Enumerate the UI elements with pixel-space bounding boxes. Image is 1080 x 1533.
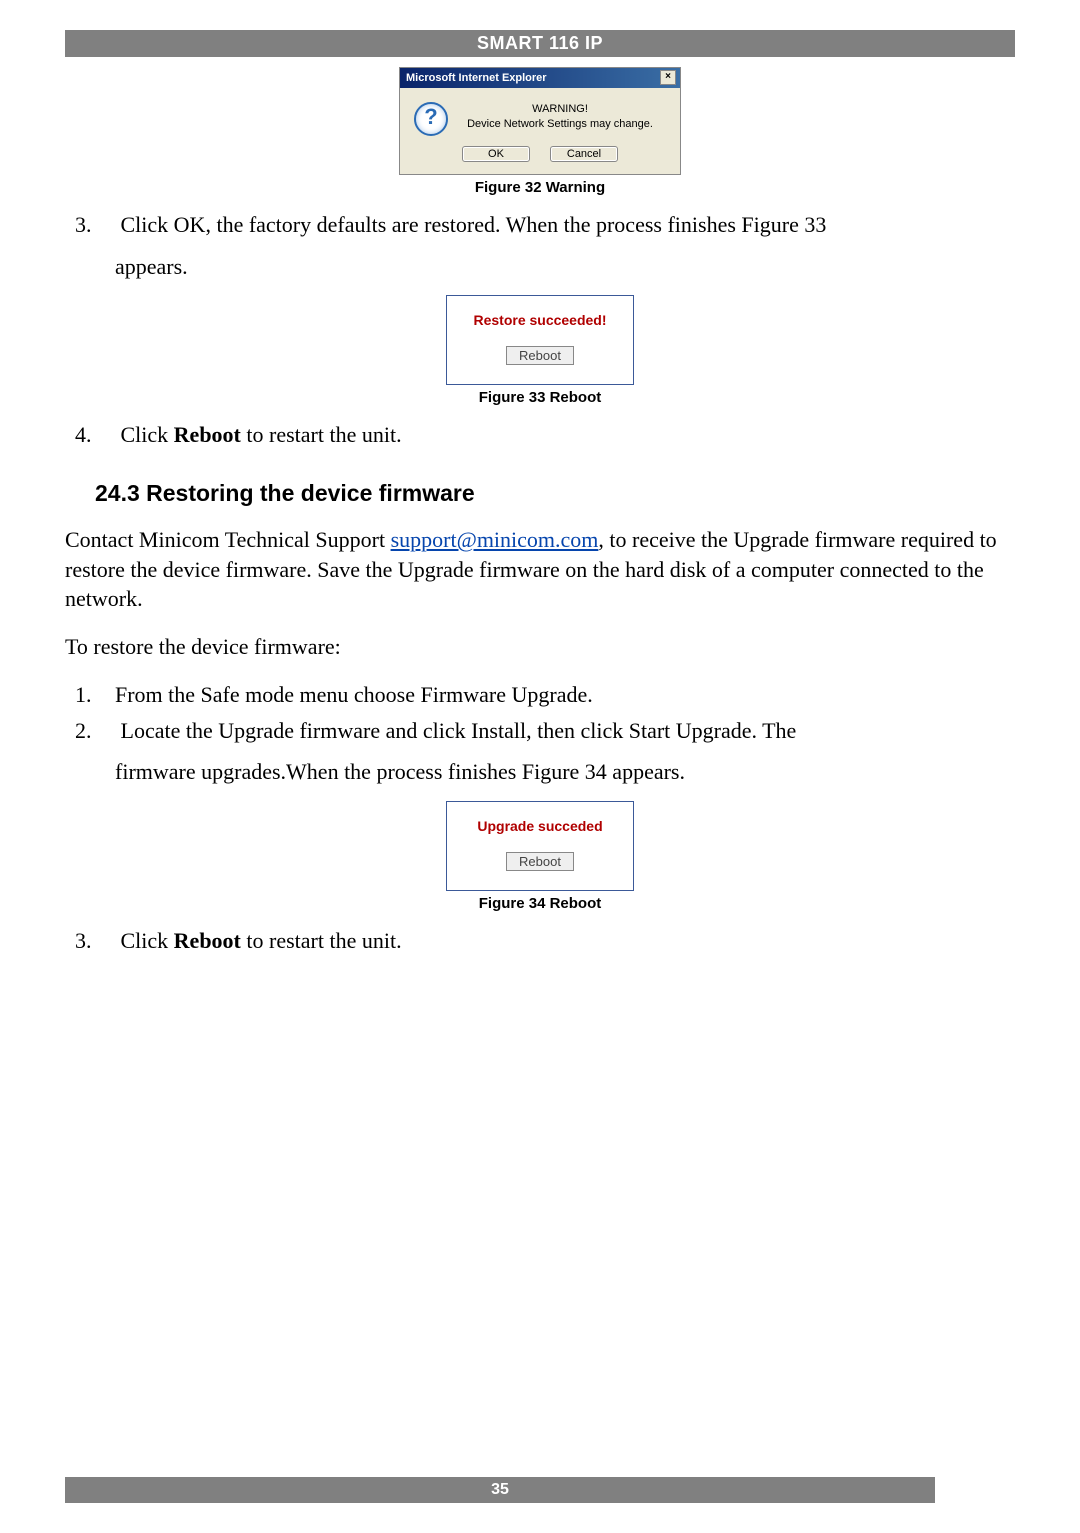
list-item: Click Reboot to restart the unit. xyxy=(65,926,1015,956)
restore-dialog: Restore succeeded! Reboot xyxy=(446,295,634,385)
list-item: Click Reboot to restart the unit. xyxy=(65,420,1015,450)
step3-continue: appears. xyxy=(65,252,1015,282)
dialog-message: WARNING! Device Network Settings may cha… xyxy=(460,102,660,136)
step4-prefix: Click xyxy=(121,422,174,447)
upgrade-message: Upgrade succeded xyxy=(455,818,625,834)
paragraph-intro: To restore the device firmware: xyxy=(65,632,1015,662)
paragraph-contact: Contact Minicom Technical Support suppor… xyxy=(65,525,1015,614)
warning-line-2: Device Network Settings may change. xyxy=(467,118,653,130)
warning-line-1: WARNING! xyxy=(532,103,588,115)
step4-bold: Reboot xyxy=(174,422,241,447)
step-b2-line1: Locate the Upgrade firmware and click In… xyxy=(121,718,797,743)
restore-message: Restore succeeded! xyxy=(455,312,625,328)
list-item: From the Safe mode menu choose Firmware … xyxy=(65,680,1015,710)
step3-bold: OK xyxy=(174,212,206,237)
dialog-titlebar: Microsoft Internet Explorer × xyxy=(400,68,680,88)
upgrade-dialog: Upgrade succeded Reboot xyxy=(446,801,634,891)
figure-34-caption: Figure 34 Reboot xyxy=(65,895,1015,912)
step3-prefix: Click xyxy=(121,212,174,237)
page-header: SMART 116 IP xyxy=(65,30,1015,57)
figure-32-caption: Figure 32 Warning xyxy=(65,179,1015,196)
reboot-button[interactable]: Reboot xyxy=(506,852,574,871)
reboot-button[interactable]: Reboot xyxy=(506,346,574,365)
stepb3-rest: to restart the unit. xyxy=(241,928,402,953)
stepb3-prefix: Click xyxy=(121,928,174,953)
question-icon: ? xyxy=(414,102,448,136)
list-item: Locate the Upgrade firmware and click In… xyxy=(65,716,1015,746)
step4-rest: to restart the unit. xyxy=(241,422,402,447)
list-item: Click OK, the factory defaults are resto… xyxy=(65,210,1015,240)
para1-part1: Contact Minicom Technical Support xyxy=(65,527,391,552)
ok-button[interactable]: OK xyxy=(462,146,530,162)
close-icon[interactable]: × xyxy=(660,70,676,85)
dialog-title: Microsoft Internet Explorer xyxy=(406,72,547,84)
support-email-link[interactable]: support@minicom.com xyxy=(391,527,599,552)
page-footer: 35 xyxy=(65,1477,935,1503)
warning-dialog: Microsoft Internet Explorer × ? WARNING!… xyxy=(399,67,681,175)
step-b2-line2: firmware upgrades.When the process finis… xyxy=(65,757,1015,787)
step3-rest1: , the factory defaults are restored. Whe… xyxy=(205,212,826,237)
figure-33-caption: Figure 33 Reboot xyxy=(65,389,1015,406)
section-heading: 24.3 Restoring the device firmware xyxy=(95,480,1015,507)
cancel-button[interactable]: Cancel xyxy=(550,146,618,162)
stepb3-bold: Reboot xyxy=(174,928,241,953)
